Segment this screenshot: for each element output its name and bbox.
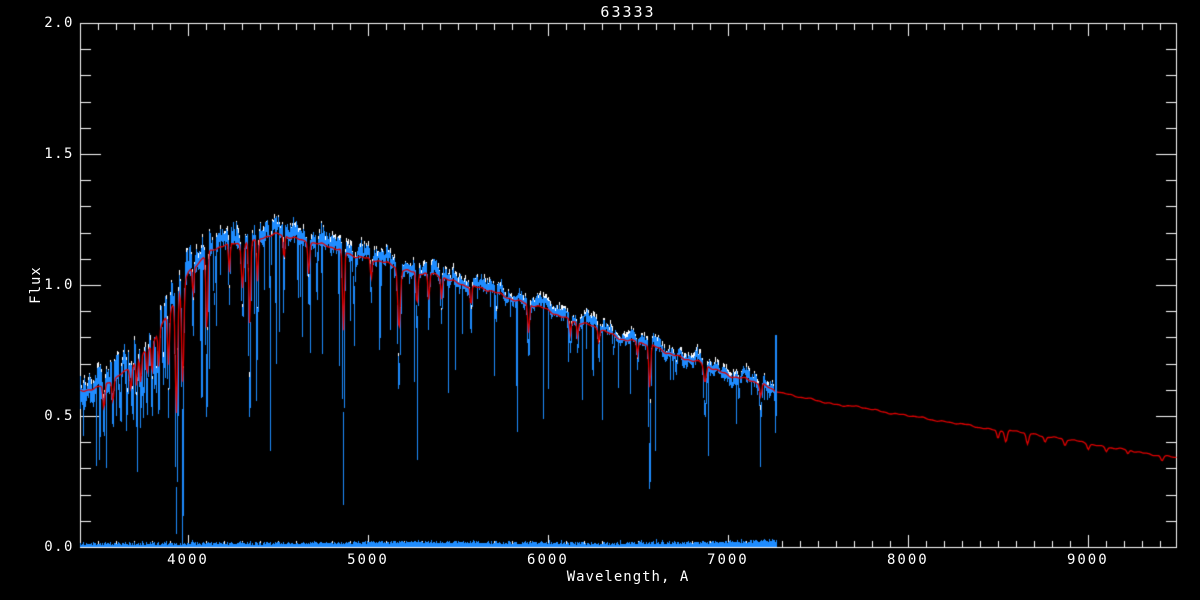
spectrum-plot-canvas — [0, 0, 1200, 600]
spectrum-plot-window: 63333 Wavelength, A Flux 400050006000700… — [0, 0, 1200, 600]
